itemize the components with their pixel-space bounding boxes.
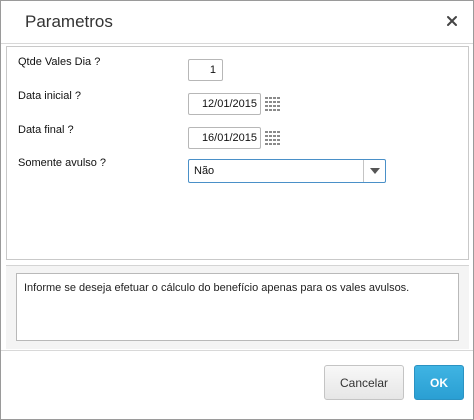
data-final-input[interactable]: [188, 127, 261, 149]
help-panel: Informe se deseja efetuar o cálculo do b…: [6, 265, 469, 349]
somente-avulso-label: Somente avulso ?: [18, 157, 107, 169]
close-icon[interactable]: [444, 13, 460, 29]
parameters-panel: Qtde Vales Dia ? Data inicial ? Data fin…: [6, 46, 469, 260]
select-dropdown-button[interactable]: [363, 160, 385, 182]
parametros-dialog: Parametros Qtde Vales Dia ? Data inicial…: [0, 0, 474, 420]
ok-button[interactable]: OK: [414, 365, 464, 400]
help-text: Informe se deseja efetuar o cálculo do b…: [24, 282, 410, 294]
dialog-title: Parametros: [25, 12, 113, 31]
data-inicial-label: Data inicial ?: [18, 90, 81, 102]
somente-avulso-value: Não: [194, 165, 215, 177]
chevron-down-icon: [370, 168, 380, 174]
cancel-button[interactable]: Cancelar: [324, 365, 404, 400]
data-inicial-input[interactable]: [188, 93, 261, 115]
calendar-icon[interactable]: [265, 97, 280, 111]
dialog-footer: Cancelar OK: [1, 350, 473, 419]
qtde-vales-label: Qtde Vales Dia ?: [18, 56, 101, 68]
somente-avulso-select[interactable]: Não: [188, 159, 386, 183]
qtde-vales-input[interactable]: [188, 59, 223, 81]
data-final-label: Data final ?: [18, 124, 74, 136]
help-box: Informe se deseja efetuar o cálculo do b…: [16, 273, 459, 341]
calendar-icon[interactable]: [265, 131, 280, 145]
dialog-header: Parametros: [1, 1, 473, 44]
